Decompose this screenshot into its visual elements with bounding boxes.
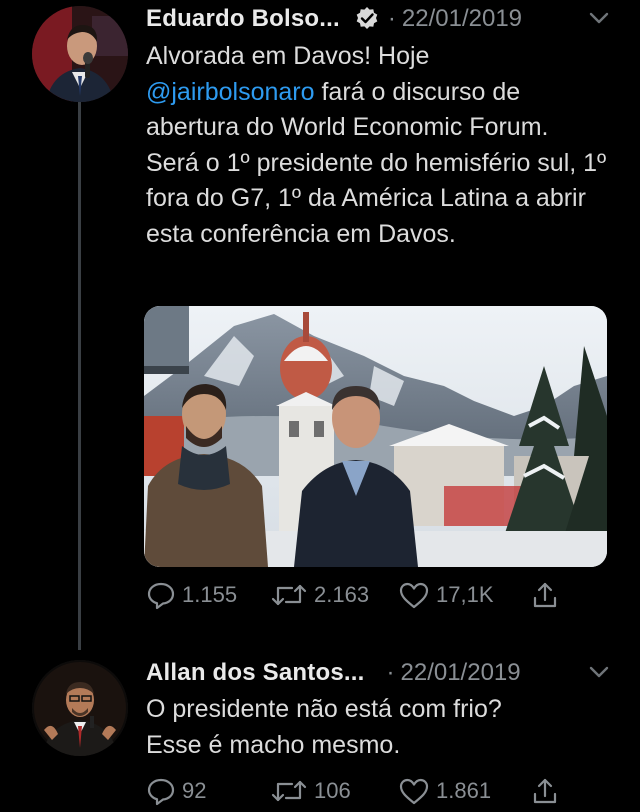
retweet-button[interactable]: 106 bbox=[270, 776, 398, 806]
chevron-down-icon[interactable] bbox=[588, 10, 610, 26]
reply-icon bbox=[147, 778, 175, 806]
reply-count: 1.155 bbox=[182, 582, 238, 607]
tweet-text: O presidente não está com frio? Esse é m… bbox=[146, 695, 502, 759]
avatar[interactable] bbox=[32, 6, 128, 102]
share-button[interactable] bbox=[530, 580, 560, 610]
author-name[interactable]: Allan dos Santos... bbox=[146, 659, 365, 687]
like-icon bbox=[399, 582, 429, 609]
tweet-header: Allan dos Santos... · 22/01/2019 bbox=[146, 654, 616, 692]
share-icon bbox=[533, 778, 557, 804]
separator-dot: · bbox=[387, 5, 396, 32]
separator-dot: · bbox=[386, 659, 395, 686]
tweet-text-part: Alvorada em Davos! Hoje bbox=[146, 42, 430, 70]
tweet-actions: 92 106 1.861 bbox=[146, 776, 560, 806]
retweet-count: 106 bbox=[314, 778, 351, 803]
tweet[interactable]: Eduardo Bolso... · 22/01/2019 Alvorada e… bbox=[0, 0, 640, 650]
author-name[interactable]: Eduardo Bolso... bbox=[146, 5, 340, 33]
retweet-button[interactable]: 2.163 bbox=[270, 580, 398, 610]
retweet-icon bbox=[271, 584, 307, 606]
tweet[interactable]: Allan dos Santos... · 22/01/2019 O presi… bbox=[0, 650, 640, 812]
like-icon bbox=[399, 778, 429, 805]
avatar[interactable] bbox=[32, 660, 128, 756]
like-button[interactable]: 17,1K bbox=[398, 580, 530, 610]
tweet-text: Alvorada em Davos! Hoje @jairbolsonaro f… bbox=[146, 39, 610, 252]
reply-count: 92 bbox=[182, 778, 207, 803]
like-button[interactable]: 1.861 bbox=[398, 776, 530, 806]
chevron-down-icon[interactable] bbox=[588, 664, 610, 680]
verified-badge-icon bbox=[354, 6, 380, 32]
tweet-photo[interactable] bbox=[144, 306, 607, 567]
tweet-actions: 1.155 2.163 17,1K bbox=[146, 580, 560, 610]
retweet-count: 2.163 bbox=[314, 582, 370, 607]
share-button[interactable] bbox=[530, 776, 560, 806]
tweet-header: Eduardo Bolso... · 22/01/2019 bbox=[146, 0, 616, 38]
mention-link[interactable]: @jairbolsonaro bbox=[146, 78, 315, 106]
share-icon bbox=[533, 582, 557, 608]
reply-icon bbox=[147, 582, 175, 610]
tweet-date[interactable]: 22/01/2019 bbox=[402, 5, 522, 33]
retweet-icon bbox=[271, 780, 307, 802]
tweet-date[interactable]: 22/01/2019 bbox=[401, 659, 521, 687]
like-count: 1.861 bbox=[436, 778, 492, 803]
reply-button[interactable]: 1.155 bbox=[146, 580, 270, 610]
like-count: 17,1K bbox=[436, 582, 494, 607]
reply-button[interactable]: 92 bbox=[146, 776, 270, 806]
